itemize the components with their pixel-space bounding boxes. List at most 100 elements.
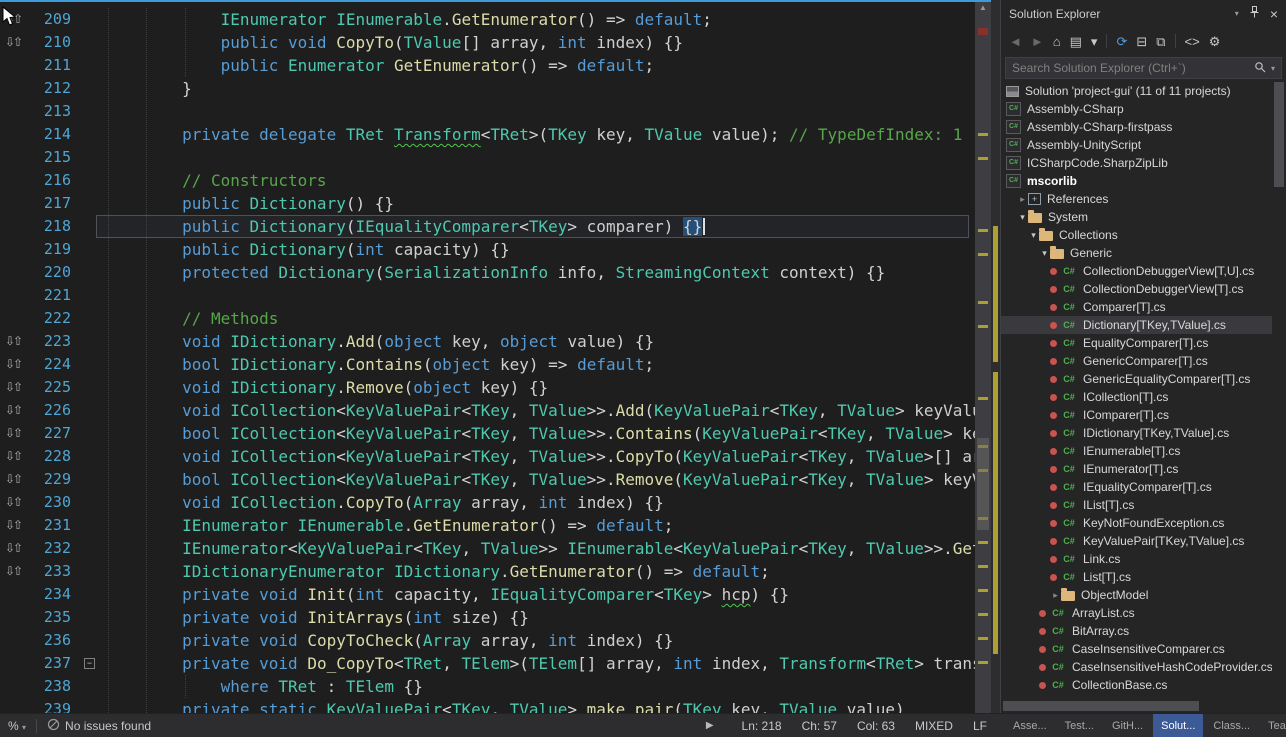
tree-item-link-cs[interactable]: C#Link.cs (1001, 550, 1272, 568)
view-code-icon[interactable]: <> (1185, 35, 1200, 48)
line-number[interactable]: 233 (28, 560, 76, 583)
search-icon[interactable] (1254, 61, 1266, 76)
line-number[interactable]: 209 (28, 8, 76, 31)
tree-item-icollection-t-cs[interactable]: C#ICollection[T].cs (1001, 388, 1272, 406)
code-line-234[interactable]: 234 private void Init(int capacity, IEqu… (0, 583, 975, 606)
panel-tab-tea[interactable]: Tea... (1260, 714, 1286, 737)
implements-interface-icon[interactable]: ⇩⇧ (0, 422, 28, 445)
code-line-233[interactable]: ⇩⇧233 IDictionaryEnumerator IDictionary.… (0, 560, 975, 583)
line-number[interactable]: 213 (28, 100, 76, 123)
line-number[interactable]: 220 (28, 261, 76, 284)
tree-item-list-t-cs[interactable]: C#List[T].cs (1001, 568, 1272, 586)
code-line-216[interactable]: 216 // Constructors (0, 169, 975, 192)
switch-views-icon[interactable]: ▤ (1070, 35, 1082, 48)
implements-interface-icon[interactable]: ⇩⇧ (0, 376, 28, 399)
back-icon[interactable]: ◄ (1009, 35, 1022, 48)
tree-item-keynotfoundexception-cs[interactable]: C#KeyNotFoundException.cs (1001, 514, 1272, 532)
line-number[interactable]: 227 (28, 422, 76, 445)
line-number[interactable]: 211 (28, 54, 76, 77)
implements-interface-icon[interactable]: ⇩⇧ (0, 330, 28, 353)
code-line-232[interactable]: ⇩⇧232 IEnumerator<KeyValuePair<TKey, TVa… (0, 537, 975, 560)
close-icon[interactable]: × (1270, 0, 1278, 28)
code-line-236[interactable]: 236 private void CopyToCheck(Array array… (0, 629, 975, 652)
chevron-down-icon[interactable]: ▾ (1039, 248, 1050, 259)
tree-item-collectiondebuggerview-t-u-cs[interactable]: C#CollectionDebuggerView[T,U].cs (1001, 262, 1272, 280)
code-line-211[interactable]: 211 public Enumerator GetEnumerator() =>… (0, 54, 975, 77)
settings-icon[interactable]: ⚙ (1209, 35, 1221, 48)
line-number[interactable]: 214 (28, 123, 76, 146)
code-line-209[interactable]: ⇩⇧209 IEnumerator IEnumerable.GetEnumera… (0, 8, 975, 31)
code-line-221[interactable]: 221 (0, 284, 975, 307)
tree-item-mscorlib[interactable]: C#mscorlib (1001, 172, 1272, 190)
tree-item-bitarray-cs[interactable]: C#BitArray.cs (1001, 622, 1272, 640)
code-line-227[interactable]: ⇩⇧227 bool ICollection<KeyValuePair<TKey… (0, 422, 975, 445)
implements-interface-icon[interactable]: ⇩⇧ (0, 445, 28, 468)
line-number[interactable]: 216 (28, 169, 76, 192)
line-number[interactable]: 223 (28, 330, 76, 353)
tree-item-arraylist-cs[interactable]: C#ArrayList.cs (1001, 604, 1272, 622)
implements-interface-icon[interactable]: ⇩⇧ (0, 353, 28, 376)
tree-item-ienumerable-t-cs[interactable]: C#IEnumerable[T].cs (1001, 442, 1272, 460)
code-line-214[interactable]: 214 private delegate TRet Transform<TRet… (0, 123, 975, 146)
code-line-239[interactable]: 239 private static KeyValuePair<TKey, TV… (0, 698, 975, 713)
tree-item-collectiondebuggerview-t-cs[interactable]: C#CollectionDebuggerView[T].cs (1001, 280, 1272, 298)
tree-item-comparer-t-cs[interactable]: C#Comparer[T].cs (1001, 298, 1272, 316)
tree-item-collections[interactable]: ▾Collections (1001, 226, 1272, 244)
tree-item-assembly-csharp-firstpass[interactable]: C#Assembly-CSharp-firstpass (1001, 118, 1272, 136)
line-number[interactable]: 228 (28, 445, 76, 468)
line-number[interactable]: 222 (28, 307, 76, 330)
pin-icon[interactable] (1250, 0, 1259, 28)
code-line-212[interactable]: 212 } (0, 77, 975, 100)
line-number[interactable]: 225 (28, 376, 76, 399)
outline-margin[interactable]: − (76, 652, 105, 675)
tree-item-icsharpcode-sharpziplib[interactable]: C#ICSharpCode.SharpZipLib (1001, 154, 1272, 172)
panel-tab-solut[interactable]: Solut... (1153, 714, 1203, 737)
line-number[interactable]: 230 (28, 491, 76, 514)
code-line-225[interactable]: ⇩⇧225 void IDictionary.Remove(object key… (0, 376, 975, 399)
implements-interface-icon[interactable]: ⇩⇧ (0, 537, 28, 560)
code-line-210[interactable]: ⇩⇧210 public void CopyTo(TValue[] array,… (0, 31, 975, 54)
code-line-235[interactable]: 235 private void InitArrays(int size) {} (0, 606, 975, 629)
tree-item-solution-project-gui-11-of-11-projects[interactable]: Solution 'project-gui' (11 of 11 project… (1001, 82, 1272, 100)
implements-interface-icon[interactable]: ⇩⇧ (0, 31, 28, 54)
code-line-231[interactable]: ⇩⇧231 IEnumerator IEnumerable.GetEnumera… (0, 514, 975, 537)
tree-item-generic[interactable]: ▾Generic (1001, 244, 1272, 262)
switch-views-dropdown-icon[interactable]: ▾ (1091, 35, 1098, 48)
tree-item-keyvaluepair-tkey-tvalue-cs[interactable]: C#KeyValuePair[TKey,TValue].cs (1001, 532, 1272, 550)
right-arrow-icon[interactable]: ▶ (706, 720, 714, 731)
line-number[interactable]: 231 (28, 514, 76, 537)
code-line-218[interactable]: 218 public Dictionary(IEqualityComparer<… (0, 215, 975, 238)
code-line-213[interactable]: 213 (0, 100, 975, 123)
tree-item-iequalitycomparer-t-cs[interactable]: C#IEqualityComparer[T].cs (1001, 478, 1272, 496)
tree-item-ienumerator-t-cs[interactable]: C#IEnumerator[T].cs (1001, 460, 1272, 478)
tree-item-caseinsensitivecomparer-cs[interactable]: C#CaseInsensitiveComparer.cs (1001, 640, 1272, 658)
tree-item-ilist-t-cs[interactable]: C#IList[T].cs (1001, 496, 1272, 514)
line-number[interactable]: 235 (28, 606, 76, 629)
chevron-down-icon[interactable]: ▾ (1017, 212, 1028, 223)
code-line-220[interactable]: 220 protected Dictionary(SerializationIn… (0, 261, 975, 284)
line-number[interactable]: 218 (28, 215, 76, 238)
tree-item-objectmodel[interactable]: ▸ObjectModel (1001, 586, 1272, 604)
code-line-226[interactable]: ⇩⇧226 void ICollection<KeyValuePair<TKey… (0, 399, 975, 422)
line-number[interactable]: 226 (28, 399, 76, 422)
search-dropdown-icon[interactable]: ▾ (1271, 64, 1275, 73)
scrollbar-thumb[interactable] (1003, 701, 1199, 711)
tree-item-dictionary-tkey-tvalue-cs[interactable]: C#Dictionary[TKey,TValue].cs (1001, 316, 1272, 334)
line-number[interactable]: 237 (28, 652, 76, 675)
code-line-224[interactable]: ⇩⇧224 bool IDictionary.Contains(object k… (0, 353, 975, 376)
implements-interface-icon[interactable]: ⇩⇧ (0, 399, 28, 422)
line-number[interactable]: 215 (28, 146, 76, 169)
implements-interface-icon[interactable]: ⇩⇧ (0, 491, 28, 514)
issues-indicator[interactable]: No issues found (47, 718, 151, 734)
panel-titlebar[interactable]: Solution Explorer ▾ × (1001, 0, 1286, 28)
code-line-230[interactable]: ⇩⇧230 void ICollection.CopyTo(Array arra… (0, 491, 975, 514)
line-number[interactable]: 236 (28, 629, 76, 652)
tree-item-genericequalitycomparer-t-cs[interactable]: C#GenericEqualityComparer[T].cs (1001, 370, 1272, 388)
show-all-files-icon[interactable]: ⧉ (1156, 35, 1165, 48)
code-line-223[interactable]: ⇩⇧223 void IDictionary.Add(object key, o… (0, 330, 975, 353)
code-line-219[interactable]: 219 public Dictionary(int capacity) {} (0, 238, 975, 261)
line-number[interactable]: 221 (28, 284, 76, 307)
panel-tab-test[interactable]: Test... (1057, 714, 1102, 737)
editor-vertical-scrollbar[interactable]: ▲ (975, 0, 991, 713)
refresh-icon[interactable]: ⟳ (1116, 35, 1127, 48)
